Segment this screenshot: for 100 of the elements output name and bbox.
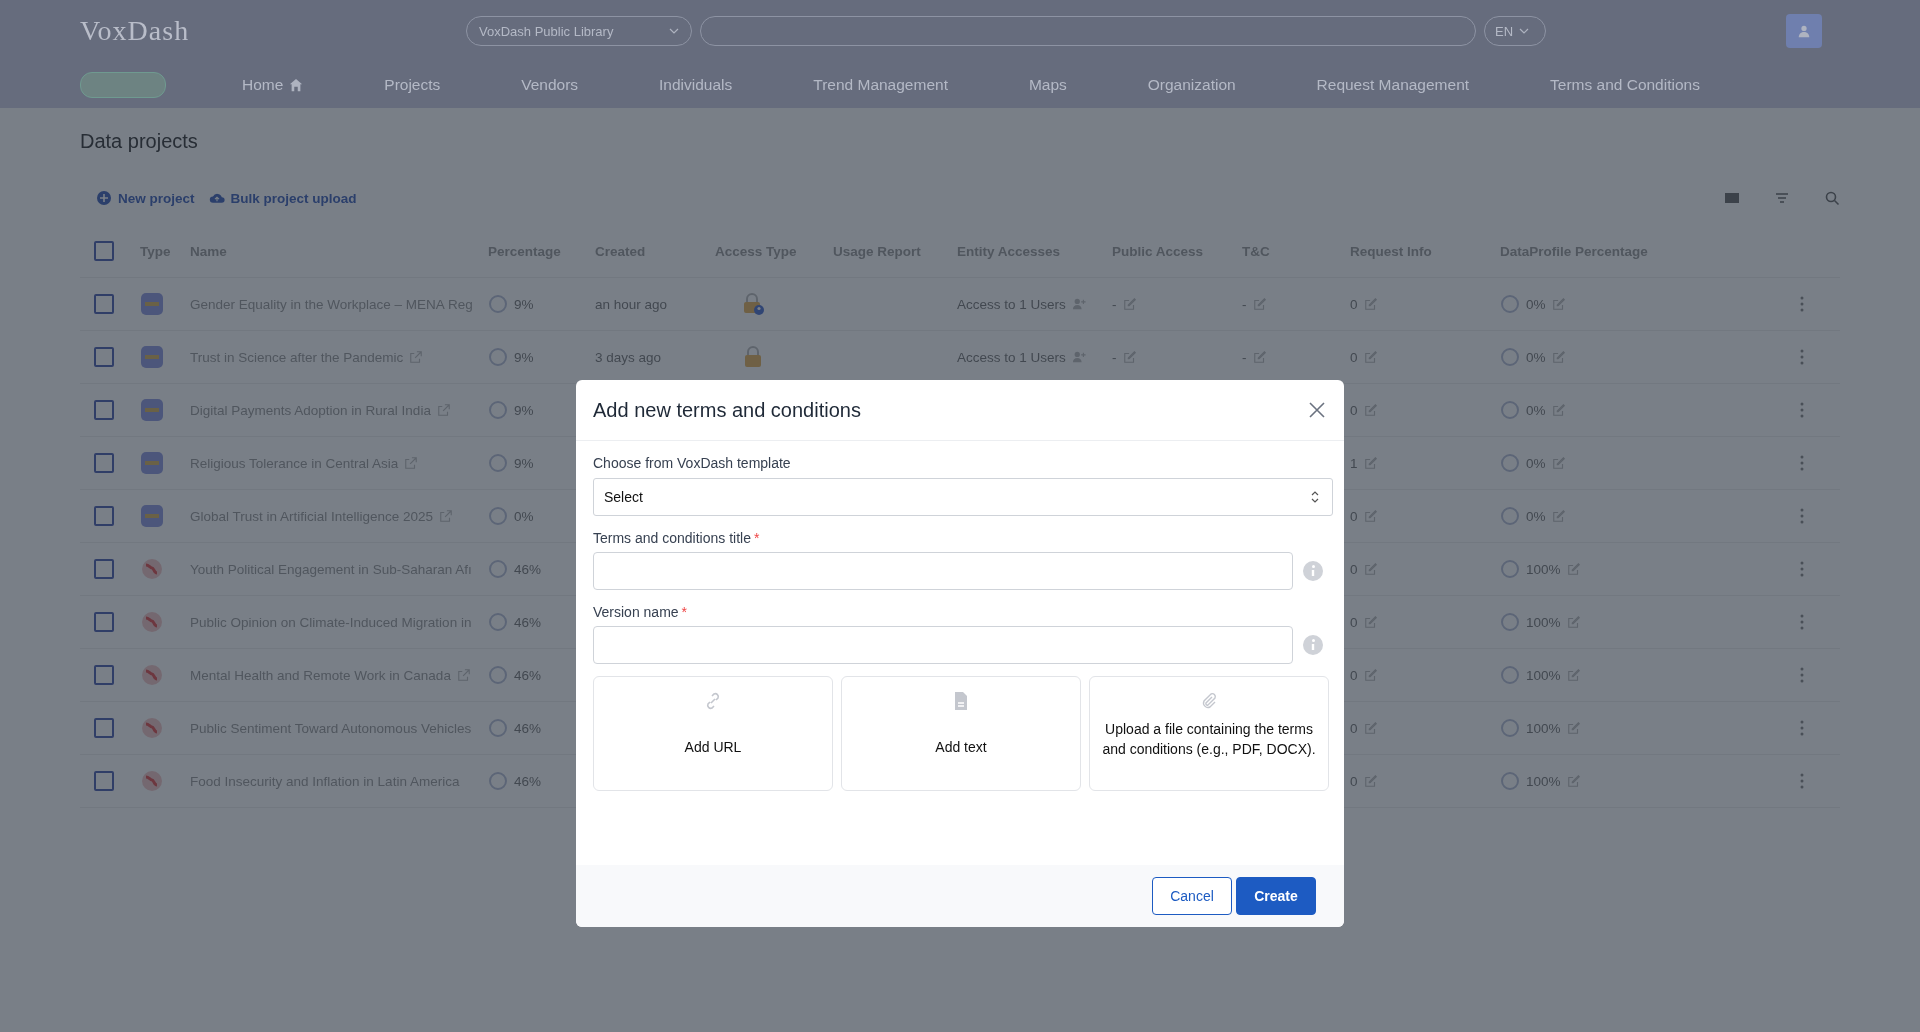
edit-icon[interactable] bbox=[1363, 721, 1378, 735]
avatar-button[interactable] bbox=[1786, 14, 1822, 48]
user-add-icon[interactable] bbox=[1071, 350, 1086, 364]
edit-icon[interactable] bbox=[1363, 350, 1378, 364]
edit-icon[interactable] bbox=[1551, 350, 1566, 364]
checkbox[interactable] bbox=[94, 400, 114, 420]
nav-link[interactable]: Organization bbox=[1147, 76, 1236, 94]
badge-button[interactable] bbox=[80, 72, 166, 98]
option-card[interactable]: Add text bbox=[841, 676, 1081, 791]
input-field[interactable] bbox=[593, 552, 1293, 590]
progress-ring-icon bbox=[1500, 559, 1520, 579]
info-icon[interactable] bbox=[1303, 635, 1323, 655]
nav-link[interactable]: Individuals bbox=[659, 76, 733, 94]
edit-icon[interactable] bbox=[1363, 562, 1378, 576]
search-icon[interactable] bbox=[1824, 190, 1840, 206]
checkbox[interactable] bbox=[94, 506, 114, 526]
page-title: Data projects bbox=[80, 130, 199, 153]
nav-link[interactable]: Trend Management bbox=[813, 76, 948, 94]
create-button[interactable]: Create bbox=[1236, 877, 1316, 915]
edit-icon[interactable] bbox=[1551, 509, 1566, 523]
progress-ring-icon bbox=[1500, 665, 1520, 685]
edit-icon[interactable] bbox=[1566, 668, 1581, 682]
template-select[interactable]: Select bbox=[593, 478, 1333, 516]
dialog-title: Add new terms and conditions bbox=[593, 398, 861, 422]
action-link[interactable]: New project bbox=[96, 190, 195, 206]
checkbox[interactable] bbox=[94, 241, 114, 261]
progress-ring-icon bbox=[1500, 718, 1520, 738]
option-card[interactable]: Upload a file containing the terms and conditions (e.g., PDF, DOCX). bbox=[1089, 676, 1329, 791]
action-link[interactable]: Bulk project upload bbox=[208, 190, 357, 206]
progress-ring-icon bbox=[488, 771, 508, 791]
more-icon[interactable] bbox=[1800, 614, 1804, 630]
field-label: Version name bbox=[593, 604, 679, 620]
edit-icon[interactable] bbox=[1363, 668, 1378, 682]
progress-ring-icon bbox=[1500, 400, 1520, 420]
edit-icon[interactable] bbox=[1363, 297, 1378, 311]
progress-ring-icon bbox=[1500, 506, 1520, 526]
checkbox[interactable] bbox=[94, 771, 114, 791]
edit-icon[interactable] bbox=[1363, 774, 1378, 788]
nav-link[interactable]: Home bbox=[242, 76, 304, 94]
option-card[interactable]: Add URL bbox=[593, 676, 833, 791]
more-icon[interactable] bbox=[1800, 508, 1804, 524]
nav-link[interactable]: Request Management bbox=[1316, 76, 1470, 94]
edit-icon[interactable] bbox=[1566, 562, 1581, 576]
required-mark: * bbox=[753, 530, 760, 546]
nav-link[interactable]: Terms and Conditions bbox=[1550, 76, 1700, 94]
edit-icon[interactable] bbox=[1566, 721, 1581, 735]
input-field[interactable] bbox=[593, 626, 1293, 664]
nav-link[interactable]: Vendors bbox=[521, 76, 579, 94]
checkbox[interactable] bbox=[94, 453, 114, 473]
more-icon[interactable] bbox=[1800, 296, 1804, 312]
external-link-icon[interactable] bbox=[404, 456, 419, 470]
external-link-icon[interactable] bbox=[409, 350, 424, 364]
checkbox[interactable] bbox=[94, 718, 114, 738]
nav-link[interactable]: Maps bbox=[1028, 76, 1067, 94]
edit-icon[interactable] bbox=[1363, 615, 1378, 629]
user-add-icon[interactable] bbox=[1071, 297, 1086, 311]
edit-icon[interactable] bbox=[1551, 456, 1566, 470]
required-mark: * bbox=[681, 604, 688, 620]
filter-icon[interactable] bbox=[1774, 190, 1790, 206]
more-icon[interactable] bbox=[1800, 667, 1804, 683]
field-label: Choose from VoxDash template bbox=[593, 455, 792, 471]
more-icon[interactable] bbox=[1800, 561, 1804, 577]
info-icon[interactable] bbox=[1303, 561, 1323, 581]
edit-icon[interactable] bbox=[1252, 350, 1267, 364]
edit-icon[interactable] bbox=[1122, 350, 1137, 364]
more-icon[interactable] bbox=[1800, 455, 1804, 471]
edit-icon[interactable] bbox=[1566, 615, 1581, 629]
edit-icon[interactable] bbox=[1252, 297, 1267, 311]
chevron-icon bbox=[1519, 28, 1530, 34]
edit-icon[interactable] bbox=[1363, 509, 1378, 523]
progress-ring-icon bbox=[488, 506, 508, 526]
checkbox[interactable] bbox=[94, 347, 114, 367]
progress-ring-icon bbox=[1500, 347, 1520, 367]
edit-icon[interactable] bbox=[1363, 403, 1378, 417]
more-icon[interactable] bbox=[1800, 402, 1804, 418]
edit-icon[interactable] bbox=[1551, 403, 1566, 417]
more-icon[interactable] bbox=[1800, 349, 1804, 365]
checkbox[interactable] bbox=[94, 665, 114, 685]
progress-ring-icon bbox=[488, 400, 508, 420]
logo[interactable]: VoxDash bbox=[80, 15, 458, 47]
checkbox[interactable] bbox=[94, 559, 114, 579]
cancel-button[interactable]: Cancel bbox=[1152, 877, 1232, 915]
progress-ring-icon bbox=[1500, 612, 1520, 632]
external-link-icon[interactable] bbox=[456, 668, 471, 682]
survey-icon bbox=[140, 398, 164, 422]
nav-link[interactable]: Projects bbox=[384, 76, 441, 94]
home-icon bbox=[289, 78, 304, 92]
external-link-icon[interactable] bbox=[436, 403, 451, 417]
edit-icon[interactable] bbox=[1566, 774, 1581, 788]
close-icon[interactable] bbox=[1307, 400, 1327, 420]
progress-ring-icon bbox=[1500, 771, 1520, 791]
checkbox[interactable] bbox=[94, 612, 114, 632]
edit-icon[interactable] bbox=[1363, 456, 1378, 470]
progress-ring-icon bbox=[1500, 294, 1520, 314]
checkbox[interactable] bbox=[94, 294, 114, 314]
edit-icon[interactable] bbox=[1122, 297, 1137, 311]
more-icon[interactable] bbox=[1800, 773, 1804, 789]
more-icon[interactable] bbox=[1800, 720, 1804, 736]
external-link-icon[interactable] bbox=[439, 509, 454, 523]
edit-icon[interactable] bbox=[1551, 297, 1566, 311]
